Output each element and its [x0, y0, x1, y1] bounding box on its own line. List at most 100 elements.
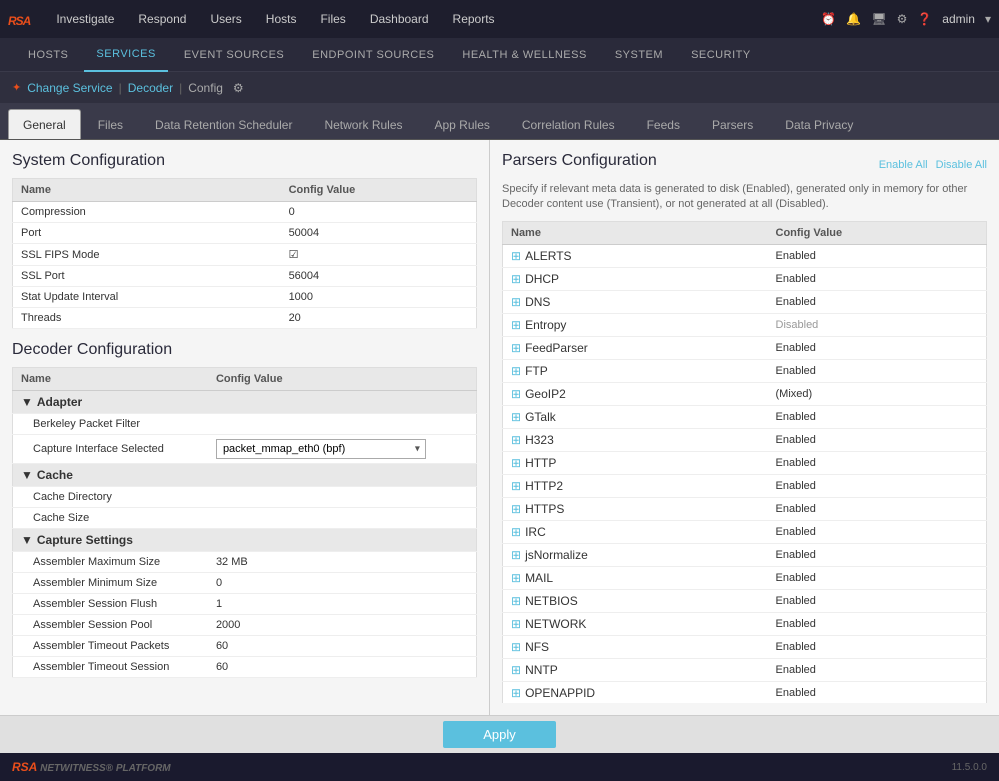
parser-expand-icon[interactable]: ⊞	[511, 525, 521, 539]
nav-dashboard[interactable]: Dashboard	[360, 0, 439, 38]
parser-name-label: HTTP	[525, 456, 556, 470]
admin-menu[interactable]: admin	[942, 12, 975, 26]
left-panel: System Configuration Name Config Value C…	[0, 140, 490, 715]
tab-data-privacy[interactable]: Data Privacy	[770, 109, 868, 139]
asm-timeout-sess-value: 60	[208, 657, 477, 678]
tab-data-retention[interactable]: Data Retention Scheduler	[140, 109, 307, 139]
parser-expand-icon[interactable]: ⊞	[511, 433, 521, 447]
parsers-row[interactable]: ⊞ GTalk Enabled	[503, 405, 987, 428]
parsers-row[interactable]: ⊞ NNTP Enabled	[503, 658, 987, 681]
parsers-row[interactable]: ⊞ MAIL Enabled	[503, 566, 987, 589]
nav-files[interactable]: Files	[310, 0, 355, 38]
parsers-row[interactable]: ⊞ DHCP Enabled	[503, 267, 987, 290]
parser-name-label: H323	[525, 433, 554, 447]
parser-expand-icon[interactable]: ⊞	[511, 272, 521, 286]
parsers-row[interactable]: ⊞ NFS Enabled	[503, 635, 987, 658]
parsers-row[interactable]: ⊞ H323 Enabled	[503, 428, 987, 451]
nav-respond[interactable]: Respond	[128, 0, 196, 38]
nav-hosts[interactable]: Hosts	[256, 0, 307, 38]
parser-status: Enabled	[768, 635, 987, 658]
sys-row-ssl-fips-value[interactable]: ☑	[281, 244, 477, 266]
parser-expand-icon[interactable]: ⊞	[511, 249, 521, 263]
parsers-row[interactable]: ⊞ FeedParser Enabled	[503, 336, 987, 359]
parser-expand-icon[interactable]: ⊞	[511, 548, 521, 562]
capture-interface-value[interactable]: packet_mmap_eth0 (bpf) ▾	[208, 435, 477, 464]
second-nav-system[interactable]: SYSTEM	[603, 38, 675, 72]
enable-all-button[interactable]: Enable All	[879, 159, 928, 171]
parsers-panel: Parsers Configuration Enable All Disable…	[502, 152, 987, 703]
tab-app-rules[interactable]: App Rules	[420, 109, 505, 139]
clock-icon[interactable]: ⏰	[821, 12, 836, 26]
parsers-row[interactable]: ⊞ NETWORK Enabled	[503, 612, 987, 635]
parser-expand-icon[interactable]: ⊞	[511, 295, 521, 309]
tab-parsers[interactable]: Parsers	[697, 109, 768, 139]
parser-name-cell: ⊞ GeoIP2	[503, 382, 768, 405]
nav-users[interactable]: Users	[200, 0, 251, 38]
help-icon[interactable]: ❓	[917, 12, 932, 26]
parser-status: (Mixed)	[768, 382, 987, 405]
parsers-row[interactable]: ⊞ NETBIOS Enabled	[503, 589, 987, 612]
nav-reports[interactable]: Reports	[443, 0, 505, 38]
second-nav-health[interactable]: HEALTH & WELLNESS	[450, 38, 598, 72]
apply-button[interactable]: Apply	[443, 721, 556, 748]
parsers-row[interactable]: ⊞ IRC Enabled	[503, 520, 987, 543]
parser-expand-icon[interactable]: ⊞	[511, 364, 521, 378]
parser-expand-icon[interactable]: ⊞	[511, 410, 521, 424]
capture-select-wrapper[interactable]: packet_mmap_eth0 (bpf) ▾	[216, 439, 426, 459]
parser-expand-icon[interactable]: ⊞	[511, 640, 521, 654]
asm-timeout-pkt-name: Assembler Timeout Packets	[13, 636, 208, 657]
nav-investigate[interactable]: Investigate	[46, 0, 124, 38]
parsers-row[interactable]: ⊞ HTTP Enabled	[503, 451, 987, 474]
group-adapter[interactable]: ▼Adapter	[13, 391, 477, 414]
parsers-row[interactable]: ⊞ HTTPS Enabled	[503, 497, 987, 520]
parsers-scroll[interactable]: Name Config Value ⊞ ALERTS Enabled ⊞ DHC…	[502, 221, 987, 703]
parser-name-label: HTTPS	[525, 502, 564, 516]
parser-name-cell: ⊞ MAIL	[503, 566, 768, 589]
tab-general[interactable]: General	[8, 109, 81, 139]
second-nav-event-sources[interactable]: EVENT SOURCES	[172, 38, 296, 72]
change-service-link[interactable]: Change Service	[27, 81, 112, 95]
breadcrumb-separator2: |	[179, 81, 182, 95]
second-nav-security[interactable]: SECURITY	[679, 38, 763, 72]
parsers-row[interactable]: ⊞ GeoIP2 (Mixed)	[503, 382, 987, 405]
parser-expand-icon[interactable]: ⊞	[511, 479, 521, 493]
capture-interface-select[interactable]: packet_mmap_eth0 (bpf)	[216, 439, 426, 459]
parser-expand-icon[interactable]: ⊞	[511, 502, 521, 516]
parser-expand-icon[interactable]: ⊞	[511, 571, 521, 585]
tab-feeds[interactable]: Feeds	[632, 109, 695, 139]
config-gear-icon[interactable]: ⚙	[233, 81, 244, 95]
parsers-row[interactable]: ⊞ HTTP2 Enabled	[503, 474, 987, 497]
parser-expand-icon[interactable]: ⊞	[511, 341, 521, 355]
parsers-row[interactable]: ⊞ ALERTS Enabled	[503, 244, 987, 267]
tab-network-rules[interactable]: Network Rules	[309, 109, 417, 139]
parsers-row[interactable]: ⊞ OPENAPPID Enabled	[503, 681, 987, 703]
disable-all-button[interactable]: Disable All	[936, 159, 987, 171]
parser-expand-icon[interactable]: ⊞	[511, 387, 521, 401]
parser-name-cell: ⊞ IRC	[503, 520, 768, 543]
parsers-row[interactable]: ⊞ DNS Enabled	[503, 290, 987, 313]
group-capture-settings[interactable]: ▼Capture Settings	[13, 529, 477, 552]
decoder-link[interactable]: Decoder	[128, 81, 173, 95]
group-cache[interactable]: ▼Cache	[13, 464, 477, 487]
tab-correlation-rules[interactable]: Correlation Rules	[507, 109, 630, 139]
second-nav-services[interactable]: SERVICES	[84, 38, 167, 72]
parsers-row[interactable]: ⊞ Entropy Disabled	[503, 313, 987, 336]
parsers-row[interactable]: ⊞ jsNormalize Enabled	[503, 543, 987, 566]
admin-chevron-icon: ▾	[985, 12, 991, 26]
footer: RSA NETWITNESS® PLATFORM 11.5.0.0	[0, 753, 999, 781]
parser-expand-icon[interactable]: ⊞	[511, 686, 521, 700]
parser-expand-icon[interactable]: ⊞	[511, 456, 521, 470]
sys-row-compression-value: 0	[281, 202, 477, 223]
second-nav-endpoint-sources[interactable]: ENDPOINT SOURCES	[300, 38, 446, 72]
bell-icon[interactable]: 🔔	[846, 12, 861, 26]
tab-files[interactable]: Files	[83, 109, 138, 139]
parser-expand-icon[interactable]: ⊞	[511, 617, 521, 631]
parser-expand-icon[interactable]: ⊞	[511, 318, 521, 332]
parser-expand-icon[interactable]: ⊞	[511, 594, 521, 608]
parser-name-label: GeoIP2	[525, 387, 566, 401]
screen-icon[interactable]: 🖥	[871, 12, 886, 26]
parsers-row[interactable]: ⊞ FTP Enabled	[503, 359, 987, 382]
parser-expand-icon[interactable]: ⊞	[511, 663, 521, 677]
settings-icon[interactable]: ⚙	[897, 12, 908, 26]
second-nav-hosts[interactable]: HOSTS	[16, 38, 80, 72]
